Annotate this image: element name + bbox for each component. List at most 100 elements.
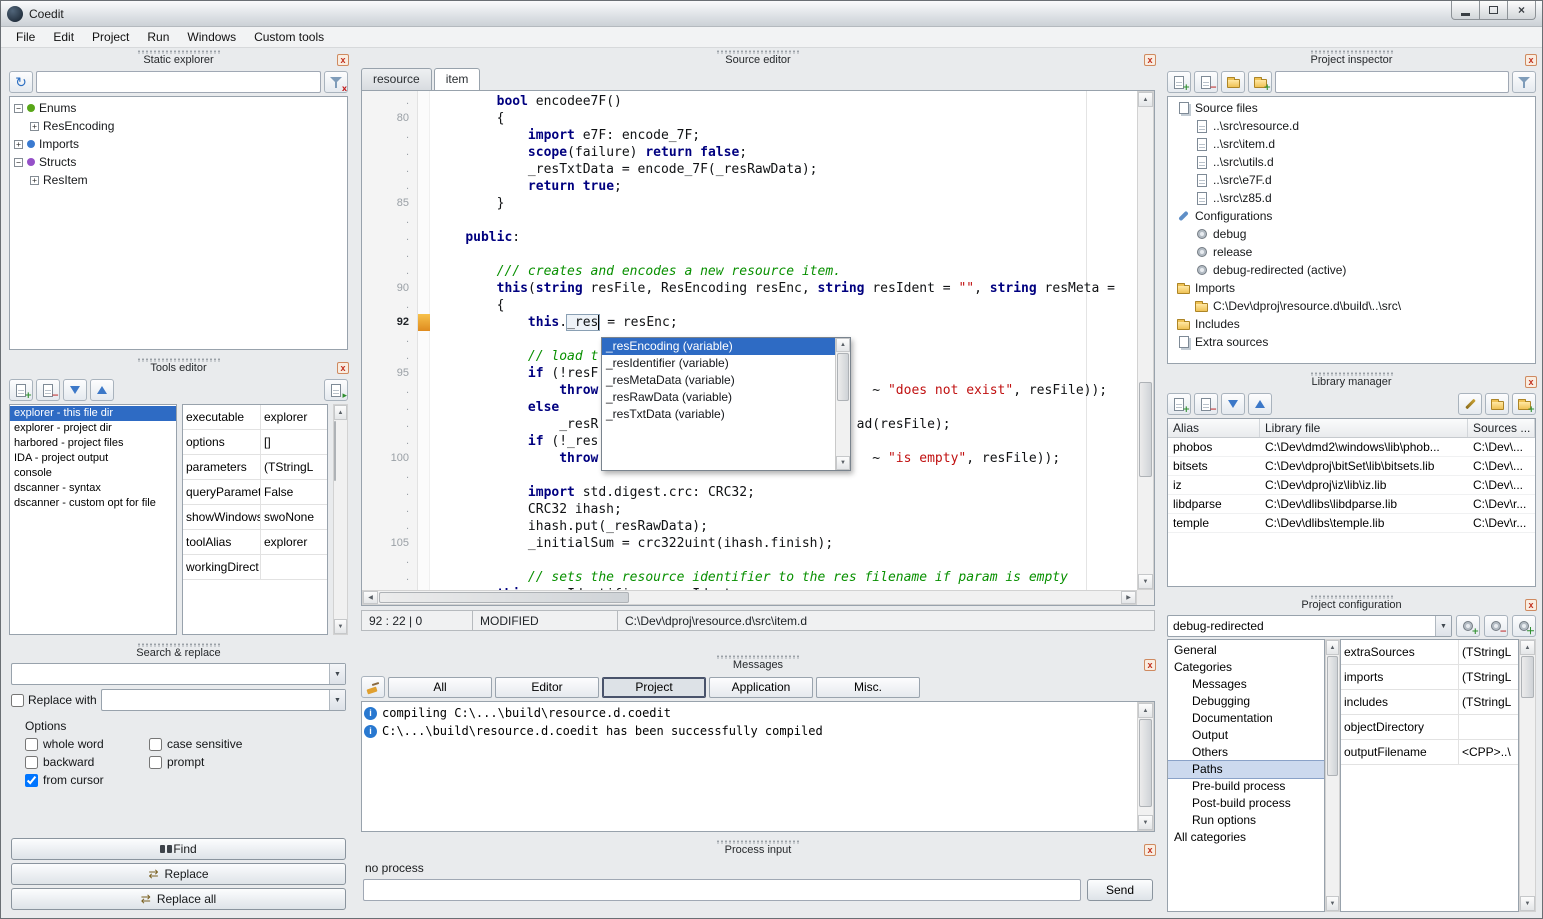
category-item-categories[interactable]: Categories	[1168, 659, 1324, 676]
send-button[interactable]: Send	[1087, 879, 1153, 901]
chevron-down-icon[interactable]: ▼	[329, 690, 345, 710]
code-line[interactable]: . _resTxtData = encode_7F(_resRawData);	[362, 161, 1137, 178]
scroll-thumb[interactable]	[1521, 656, 1534, 698]
scroll-up-button[interactable]: ▲	[1326, 640, 1339, 655]
maximize-button[interactable]	[1479, 1, 1508, 20]
remove-library-button[interactable]: −	[1194, 393, 1218, 415]
editor-horizontal-scrollbar[interactable]: ◀ ▶	[362, 590, 1137, 605]
prop-value[interactable]: swoNone	[261, 505, 327, 529]
inspector-filter-input[interactable]	[1275, 71, 1509, 93]
tree-item[interactable]: ..\src\e7F.d	[1168, 171, 1535, 189]
chevron-down-icon[interactable]: ▼	[1435, 616, 1451, 636]
tree-item[interactable]: ..\src\resource.d	[1168, 117, 1535, 135]
prop-value[interactable]: explorer	[261, 530, 327, 554]
prop-value[interactable]: explorer	[261, 405, 327, 429]
from-cursor-checkbox[interactable]	[25, 774, 38, 787]
tool-list-item[interactable]: explorer - project dir	[10, 421, 176, 436]
clone-configuration-button[interactable]: ＋	[1512, 615, 1536, 637]
open-folder-button[interactable]	[1221, 71, 1245, 93]
library-table-header[interactable]: AliasLibrary fileSources ...	[1168, 419, 1535, 438]
code-line[interactable]: .	[362, 246, 1137, 263]
code-line[interactable]: 105 _initialSum = crc322uint(ihash.finis…	[362, 535, 1137, 552]
export-tool-button[interactable]: ▸	[324, 379, 348, 401]
category-item-post-build-process[interactable]: Post-build process	[1168, 795, 1324, 812]
scroll-up-button[interactable]: ▲	[334, 405, 347, 420]
scroll-thumb[interactable]	[1139, 719, 1152, 807]
prop-value[interactable]: (TStringL	[1459, 640, 1518, 664]
scroll-down-button[interactable]: ▼	[1138, 815, 1153, 830]
category-tree-scrollbar[interactable]: ▲ ▼	[1325, 639, 1340, 912]
move-tool-up-button[interactable]	[90, 379, 114, 401]
move-library-up-button[interactable]	[1248, 393, 1272, 415]
tree-item[interactable]: debug	[1168, 225, 1535, 243]
tree-item[interactable]: ..\src\z85.d	[1168, 189, 1535, 207]
panel-grip[interactable]	[137, 643, 221, 647]
tree-item[interactable]: ..\src\utils.d	[1168, 153, 1535, 171]
refresh-button[interactable]: ↻	[9, 71, 33, 93]
menu-item-file[interactable]: File	[7, 27, 44, 47]
inspector-filter-button[interactable]	[1512, 71, 1536, 93]
message-tab-all[interactable]: All	[388, 677, 492, 698]
column-header[interactable]: Sources ...	[1468, 419, 1535, 437]
completion-item[interactable]: _resMetaData (variable)	[602, 372, 835, 389]
code-line[interactable]: .	[362, 552, 1137, 569]
tree-item[interactable]: +Imports	[10, 135, 347, 153]
completion-scrollbar[interactable]: ▲ ▼	[835, 338, 850, 470]
process-input-field[interactable]	[363, 879, 1081, 901]
panel-grip[interactable]	[1310, 50, 1394, 54]
message-tab-application[interactable]: Application	[709, 677, 813, 698]
message-row[interactable]: iC:\...\build\resource.d.coedit has been…	[364, 722, 1136, 740]
prop-value[interactable]: []	[261, 430, 327, 454]
scroll-up-button[interactable]: ▲	[836, 338, 850, 352]
scroll-down-button[interactable]: ▼	[836, 456, 850, 470]
minimize-button[interactable]	[1451, 1, 1480, 20]
editor-tab-item[interactable]: item	[434, 68, 481, 91]
title-bar[interactable]: Coedit ×	[1, 1, 1542, 27]
collapse-icon[interactable]: −	[14, 158, 23, 167]
category-item-run-options[interactable]: Run options	[1168, 812, 1324, 829]
message-tab-editor[interactable]: Editor	[495, 677, 599, 698]
expand-icon[interactable]: +	[14, 140, 23, 149]
tool-list-item[interactable]: IDA - project output	[10, 451, 176, 466]
menu-item-custom-tools[interactable]: Custom tools	[245, 27, 333, 47]
replace-combo[interactable]: ▼	[101, 689, 346, 711]
message-tab-project[interactable]: Project	[602, 677, 706, 698]
code-line[interactable]: . // sets the resource identifier to the…	[362, 569, 1137, 586]
scroll-down-button[interactable]: ▼	[1520, 896, 1535, 911]
scroll-up-button[interactable]: ▲	[1520, 640, 1535, 655]
tree-item[interactable]: +ResItem	[10, 171, 347, 189]
completion-item[interactable]: _resTxtData (variable)	[602, 406, 835, 423]
close-panel-button[interactable]: x	[1525, 599, 1537, 611]
tree-item[interactable]: ..\src\item.d	[1168, 135, 1535, 153]
category-item-paths[interactable]: Paths	[1168, 761, 1324, 778]
prop-value[interactable]: False	[261, 480, 327, 504]
panel-grip[interactable]	[137, 50, 221, 54]
completion-item[interactable]: _resIdentifier (variable)	[602, 355, 835, 372]
menu-item-project[interactable]: Project	[83, 27, 138, 47]
column-header[interactable]: Library file	[1260, 419, 1468, 437]
tree-item[interactable]: release	[1168, 243, 1535, 261]
add-tool-button[interactable]: +	[9, 379, 33, 401]
property-grid-scrollbar[interactable]: ▲ ▼	[1519, 639, 1536, 912]
tree-item[interactable]: +ResEncoding	[10, 117, 347, 135]
menu-item-windows[interactable]: Windows	[178, 27, 245, 47]
prop-value[interactable]: (TStringL	[261, 455, 327, 479]
clear-messages-button[interactable]	[361, 676, 385, 698]
prompt-checkbox[interactable]	[149, 756, 162, 769]
menu-item-run[interactable]: Run	[138, 27, 178, 47]
category-item-debugging[interactable]: Debugging	[1168, 693, 1324, 710]
completion-item[interactable]: _resRawData (variable)	[602, 389, 835, 406]
table-row[interactable]: izC:\Dev\dproj\iz\lib\iz.libC:\Dev\...	[1168, 476, 1535, 495]
table-row[interactable]: phobosC:\Dev\dmd2\windows\lib\phob...C:\…	[1168, 438, 1535, 457]
table-row[interactable]: libdparseC:\Dev\dlibs\libdparse.libC:\De…	[1168, 495, 1535, 514]
search-combo[interactable]: ▼	[11, 663, 346, 685]
scroll-left-button[interactable]: ◀	[363, 591, 378, 604]
close-panel-button[interactable]: x	[1525, 376, 1537, 388]
category-item-others[interactable]: Others	[1168, 744, 1324, 761]
prop-value[interactable]: (TStringL	[1459, 665, 1518, 689]
replace-with-checkbox[interactable]	[11, 694, 24, 707]
column-header[interactable]: Alias	[1168, 419, 1260, 437]
code-editor[interactable]: . bool encodee7F()80 {. import e7F: enco…	[361, 90, 1155, 606]
tool-list-item[interactable]: dscanner - custom opt for file	[10, 496, 176, 511]
prop-value[interactable]: (TStringL	[1459, 690, 1518, 714]
